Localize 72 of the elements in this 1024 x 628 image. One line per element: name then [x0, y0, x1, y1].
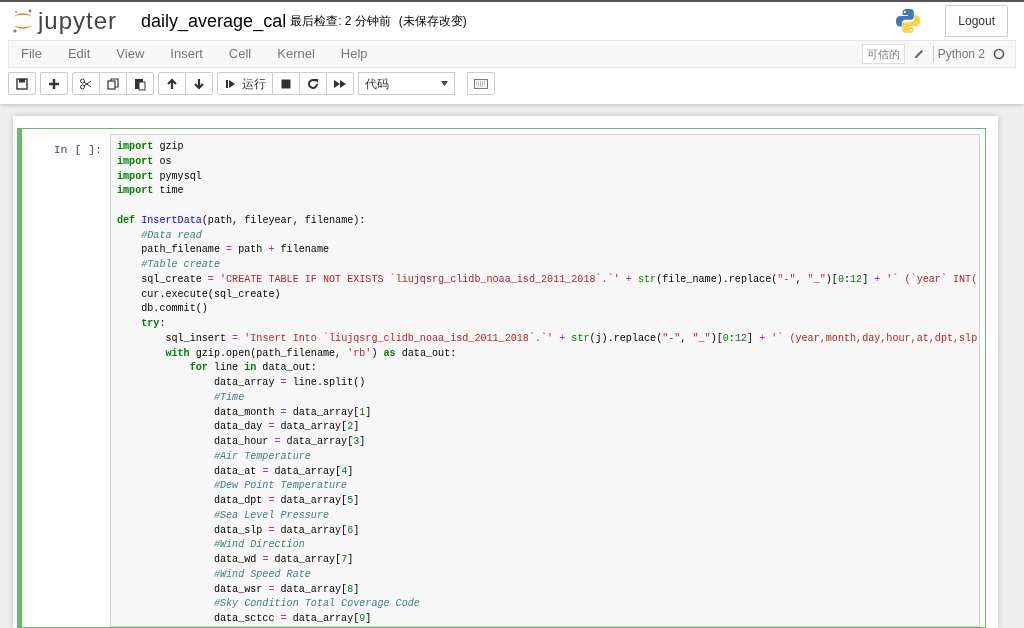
code-line: #Wind Speed Rate: [212, 567, 312, 582]
copy-button[interactable]: [99, 72, 127, 95]
code-line: data_wsr = data_array[8]: [212, 582, 361, 597]
keyboard-icon: [474, 78, 488, 89]
save-button[interactable]: [8, 72, 36, 95]
code-line: data_month = data_array[1]: [212, 405, 373, 420]
code-line: data_wd = data_array[7]: [212, 553, 355, 567]
plus-button[interactable]: [40, 72, 68, 95]
code-line: #Sea Level Pressure: [212, 508, 330, 523]
code-line: db.commit(): [140, 302, 209, 317]
arrow-down-button[interactable]: [185, 72, 213, 95]
menu-item[interactable]: Kernel: [277, 44, 328, 64]
code-line: data_dpt = data_array[5]: [212, 494, 361, 508]
menu-item[interactable]: Edit: [67, 44, 104, 64]
arrow-up-button[interactable]: [158, 72, 186, 95]
code-line: #Air Temperature: [212, 449, 312, 464]
menu-item[interactable]: View: [116, 44, 158, 64]
save-icon: [15, 76, 29, 91]
trusted-indicator[interactable]: 可信的: [861, 43, 905, 65]
code-line: import gzip: [117, 140, 185, 154]
restart-icon: [306, 76, 320, 91]
logout-button[interactable]: Logout: [945, 5, 1008, 37]
code-line: data_array = line.split(): [212, 376, 367, 390]
code-line: #Wind Direction: [212, 538, 306, 553]
code-line: data_slp = data_array[6]: [212, 523, 361, 538]
caret-icon: [441, 81, 448, 86]
menu-item[interactable]: Cell: [228, 44, 265, 64]
paste-icon: [133, 76, 147, 91]
cell-type-dropdown[interactable]: 代码: [358, 72, 455, 95]
pencil-icon[interactable]: [912, 48, 925, 60]
code-line: sql_create = 'CREATE TABLE IF NOT EXISTS `liujqsrg_clidb_noaa_isd_2011_2018`.`' + str(file_name).replace("-", "_")[0:12] + '` (`year` INT(: [140, 272, 974, 287]
code-line: #Dew Point Temperature: [212, 479, 349, 494]
code-line: import os: [117, 154, 173, 169]
menu-item[interactable]: Insert: [170, 44, 216, 64]
code-line: with gzip.open(path_filename, 'rb') as data_out:: [164, 346, 458, 361]
code-line: #Table create: [140, 258, 221, 272]
paste-button[interactable]: [126, 72, 154, 95]
code-line: for line in data_out:: [188, 361, 318, 376]
keyboard-button[interactable]: [467, 72, 495, 95]
code-line: data_at = data_array[4]: [212, 464, 355, 479]
jupyter-wordmark[interactable]: jupyter: [38, 3, 118, 39]
code-line: #Data read: [140, 228, 203, 243]
autosave-status: (未保存改变): [398, 13, 467, 30]
arrow-down-icon: [192, 76, 206, 91]
scissors-button[interactable]: [72, 72, 100, 95]
code-line: def InsertData(path, fileyear, filename):: [117, 213, 367, 228]
run-button[interactable]: 运行: [217, 72, 273, 95]
code-line: data_day = data_array[2]: [212, 420, 361, 435]
restart-button[interactable]: [299, 72, 327, 95]
python-logo-icon: [895, 8, 922, 34]
code-line: data_hour = data_array[3]: [212, 435, 367, 449]
input-prompt: In [ ]:: [52, 142, 102, 158]
stop-button[interactable]: [272, 72, 300, 95]
fast-forward-button[interactable]: [326, 72, 354, 95]
code-line: #Sky Condition Total Coverage Code: [212, 597, 421, 612]
code-line: #Time: [212, 390, 246, 405]
jupyter-logo-icon[interactable]: [12, 8, 34, 34]
code-line: path_filename = path + filename: [140, 243, 330, 258]
scissors-icon: [79, 76, 93, 91]
code-line: import time: [117, 184, 185, 199]
notebook-name[interactable]: daily_average_cal: [141, 7, 287, 35]
code-line: import pymysql: [117, 169, 203, 184]
code-line: try:: [140, 317, 167, 331]
kernel-name: Python 2: [932, 45, 985, 63]
code-line: data_sctcc = data_array[9]: [212, 612, 373, 626]
checkpoint-status: 最后检查: 2 分钟前: [290, 13, 391, 30]
copy-icon: [106, 76, 120, 91]
menu-item[interactable]: File: [21, 44, 55, 64]
plus-icon: [47, 76, 61, 91]
code-line: cur.execute(sql_create): [140, 287, 282, 302]
menu-item[interactable]: Help: [340, 44, 381, 64]
arrow-up-icon: [165, 76, 179, 91]
